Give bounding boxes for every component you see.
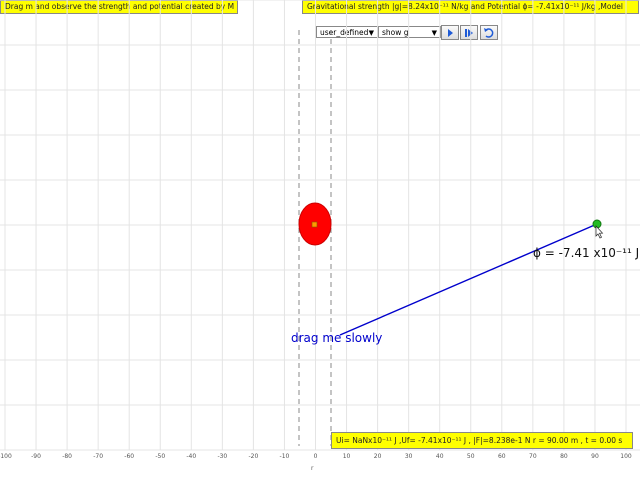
x-tick-label: 10 bbox=[343, 453, 351, 460]
x-tick-label: 60 bbox=[498, 453, 506, 460]
x-tick-label: 90 bbox=[591, 453, 599, 460]
x-tick-label: 20 bbox=[374, 453, 382, 460]
x-tick-label: -70 bbox=[93, 453, 103, 460]
mass-M-center bbox=[311, 221, 318, 228]
x-tick-label: -60 bbox=[124, 453, 134, 460]
x-tick-label: -80 bbox=[62, 453, 72, 460]
x-tick-label: 70 bbox=[529, 453, 537, 460]
potential-label: ϕ = -7.41 x10⁻¹¹ J bbox=[533, 246, 640, 260]
x-tick-label: 100 bbox=[620, 453, 632, 460]
x-tick-label: 50 bbox=[467, 453, 475, 460]
x-tick-label: 30 bbox=[405, 453, 413, 460]
x-tick-label: -30 bbox=[217, 453, 227, 460]
field-line bbox=[339, 223, 598, 336]
plot-area: -100-90-80-70-60-50-40-30-20-10010203040… bbox=[0, 0, 640, 460]
x-tick-label: -10 bbox=[280, 453, 290, 460]
x-tick-label: -90 bbox=[31, 453, 41, 460]
x-tick-label: -40 bbox=[186, 453, 196, 460]
x-tick-label: 40 bbox=[436, 453, 444, 460]
x-tick-label: 80 bbox=[560, 453, 568, 460]
x-tick-label: -100 bbox=[0, 453, 12, 460]
drag-hint-label[interactable]: drag me slowly bbox=[291, 331, 382, 345]
x-axis-label: r bbox=[311, 465, 314, 472]
x-tick-label: 0 bbox=[314, 453, 318, 460]
x-axis-ticks: -100-90-80-70-60-50-40-30-20-10010203040… bbox=[0, 453, 632, 460]
x-tick-label: -20 bbox=[248, 453, 258, 460]
energy-readout-banner: Ui= NaNx10⁻¹¹ J ,Uf= -7.41x10⁻¹¹ J , |F|… bbox=[331, 432, 633, 449]
x-tick-label: -50 bbox=[155, 453, 165, 460]
